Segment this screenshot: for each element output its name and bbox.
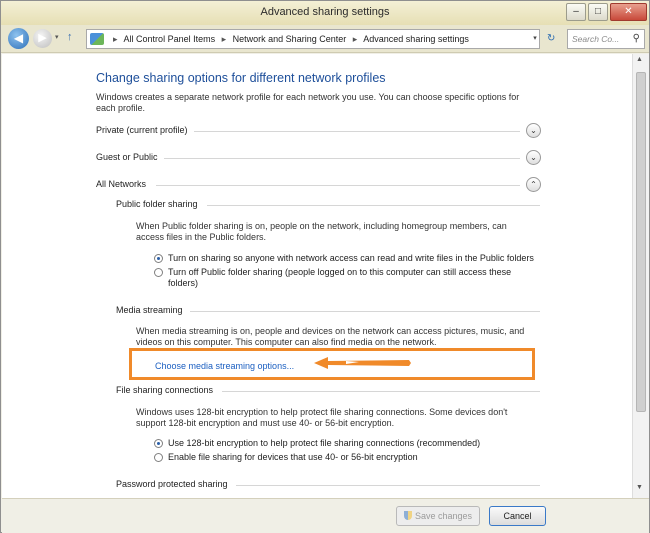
explorer-window: Advanced sharing settings – □ ✕ ◀ ▶ ▾ ↑ … [0,0,650,533]
radio-label[interactable]: Enable file sharing for devices that use… [168,452,548,463]
profile-row-private[interactable]: Private (current profile) ⌄ [96,123,542,139]
radio-button[interactable] [154,453,163,462]
save-changes-label: Save changes [414,511,473,521]
breadcrumb-sep[interactable]: ▸ [113,34,118,44]
section-title-file-sharing: File sharing connections [116,385,214,395]
collapse-chevron-icon[interactable]: ⌃ [526,177,541,192]
page-title: Change sharing options for different net… [96,71,386,85]
expand-chevron-icon[interactable]: ⌄ [526,150,541,165]
profile-row-guest-public[interactable]: Guest or Public ⌄ [96,150,542,166]
section-title-media-streaming: Media streaming [116,305,183,315]
address-dropdown-icon[interactable]: ▾ [528,29,542,49]
profile-label-all-networks: All Networks [96,179,147,189]
file-sharing-description: Windows uses 128-bit encryption to help … [136,407,508,428]
expand-chevron-icon[interactable]: ⌄ [526,123,541,138]
intro-text: Windows creates a separate network profi… [96,92,520,113]
navigation-bar: ◀ ▶ ▾ ↑ ▸ All Control Panel Items ▸ Netw… [1,25,649,53]
search-box[interactable]: Search Co... ⚲ [567,29,645,49]
divider [207,205,540,206]
scrollbar-thumb[interactable] [636,72,646,412]
divider [190,311,540,312]
divider [164,158,520,159]
profile-label-guest-public: Guest or Public [96,152,158,162]
forward-arrow-icon[interactable]: ▶ [33,29,52,48]
public-folder-description: When Public folder sharing is on, people… [136,221,507,242]
up-arrow-icon[interactable]: ↑ [67,31,73,43]
arrow-annotation-icon [314,357,411,369]
radio-button-selected[interactable] [154,439,163,448]
radio-label[interactable]: Use 128-bit encryption to help protect f… [168,438,548,449]
divider [194,131,520,132]
section-title-password-sharing: Password protected sharing [116,479,228,489]
save-changes-button[interactable]: Save changes [396,506,480,526]
refresh-icon[interactable]: ↻ [547,33,555,44]
vertical-scrollbar[interactable]: ▲ ▼ [632,54,649,498]
radio-button-selected[interactable] [154,254,163,263]
back-arrow-icon[interactable]: ◀ [8,28,29,49]
content-pane: Change sharing options for different net… [2,54,632,498]
dialog-footer: Save changes Cancel [2,498,649,533]
uac-shield-icon [403,511,412,520]
profile-label-private: Private (current profile) [96,125,188,135]
radio-label[interactable]: Turn off Public folder sharing (people l… [168,267,538,289]
divider [236,485,540,486]
scroll-up-arrow-icon[interactable]: ▲ [636,56,643,63]
divider [156,185,520,186]
media-streaming-options-link[interactable]: Choose media streaming options... [155,361,294,371]
breadcrumb: ▸ All Control Panel Items ▸ Network and … [109,34,469,45]
profile-row-all-networks[interactable]: All Networks ⌃ [96,177,542,193]
minimize-button[interactable]: – [566,3,586,21]
title-bar: Advanced sharing settings – □ ✕ [1,1,649,25]
maximize-button[interactable]: □ [588,3,608,21]
radio-label[interactable]: Turn on sharing so anyone with network a… [168,253,548,264]
recent-locations-icon[interactable]: ▾ [55,33,59,41]
breadcrumb-sep[interactable]: ▸ [353,34,358,44]
address-bar[interactable]: ▸ All Control Panel Items ▸ Network and … [86,29,540,49]
breadcrumb-sep[interactable]: ▸ [222,34,227,44]
section-title-public-folder: Public folder sharing [116,199,198,209]
media-streaming-description: When media streaming is on, people and d… [136,326,525,347]
search-input[interactable]: Search Co... [572,34,619,44]
window-title: Advanced sharing settings [260,6,390,18]
search-icon[interactable]: ⚲ [633,33,640,44]
scroll-down-arrow-icon[interactable]: ▼ [636,484,643,491]
radio-button[interactable] [154,268,163,277]
close-button[interactable]: ✕ [610,3,647,21]
control-panel-icon [90,33,104,45]
breadcrumb-all-control-panel-items[interactable]: All Control Panel Items [124,34,216,44]
breadcrumb-advanced-sharing-settings[interactable]: Advanced sharing settings [363,34,469,44]
divider [222,391,540,392]
breadcrumb-network-and-sharing-center[interactable]: Network and Sharing Center [233,34,347,44]
cancel-button[interactable]: Cancel [489,506,546,526]
